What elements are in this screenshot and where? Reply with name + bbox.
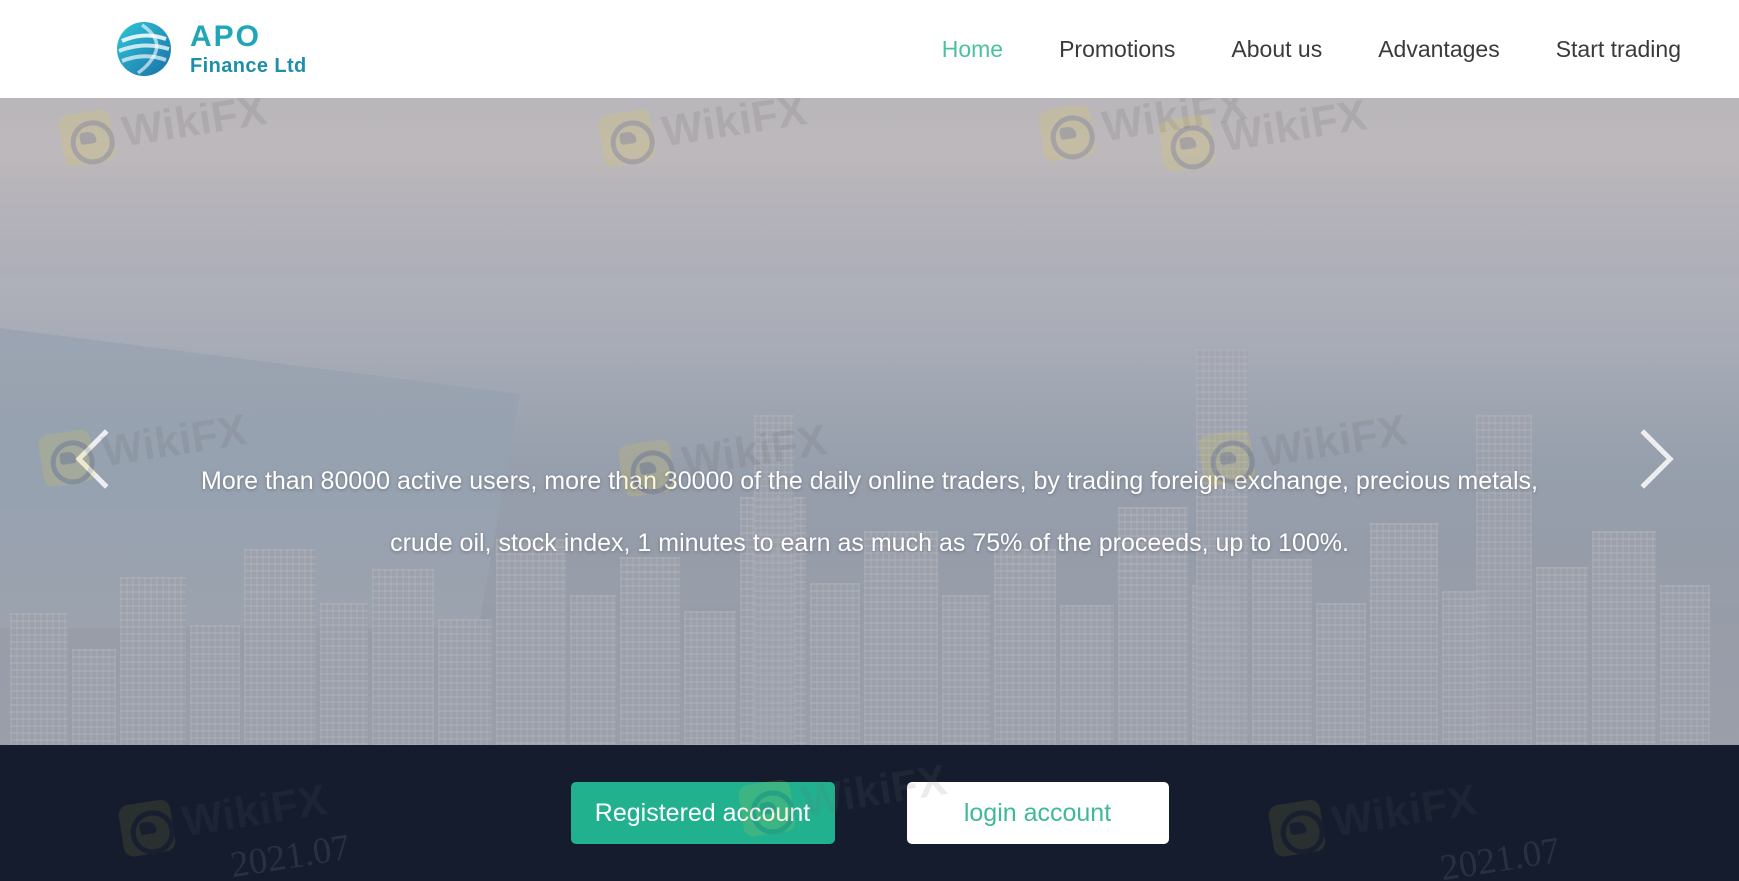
site-header: APO Finance Ltd Home Promotions About us…: [0, 0, 1739, 98]
hero-carousel: More than 80000 active users, more than …: [0, 98, 1739, 745]
cta-bar: Registered account login account: [0, 745, 1739, 881]
nav-item-home[interactable]: Home: [942, 36, 1003, 63]
chevron-right-icon: [1614, 429, 1674, 489]
hero-headline-line1: More than 80000 active users, more than …: [201, 467, 1538, 495]
brand-logo[interactable]: APO Finance Ltd: [112, 17, 307, 81]
hero-headline-line2: crude oil, stock index, 1 minutes to ear…: [390, 529, 1349, 557]
carousel-prev-button[interactable]: [75, 428, 135, 514]
login-account-button[interactable]: login account: [906, 782, 1169, 844]
register-account-button[interactable]: Registered account: [570, 782, 835, 844]
hero-headline: More than 80000 active users, more than …: [0, 450, 1739, 574]
nav-item-promotions[interactable]: Promotions: [1059, 36, 1175, 63]
nav-item-advantages[interactable]: Advantages: [1378, 36, 1499, 63]
nav-item-about-us[interactable]: About us: [1231, 36, 1322, 63]
brand-subtitle: Finance Ltd: [190, 55, 307, 77]
carousel-next-button[interactable]: [1614, 428, 1674, 514]
globe-icon: [112, 17, 176, 81]
hero-dim-overlay: [0, 98, 1739, 745]
nav-item-start-trading[interactable]: Start trading: [1556, 36, 1681, 63]
brand-title: APO: [190, 20, 262, 53]
main-navigation: Home Promotions About us Advantages Star…: [942, 36, 1681, 63]
